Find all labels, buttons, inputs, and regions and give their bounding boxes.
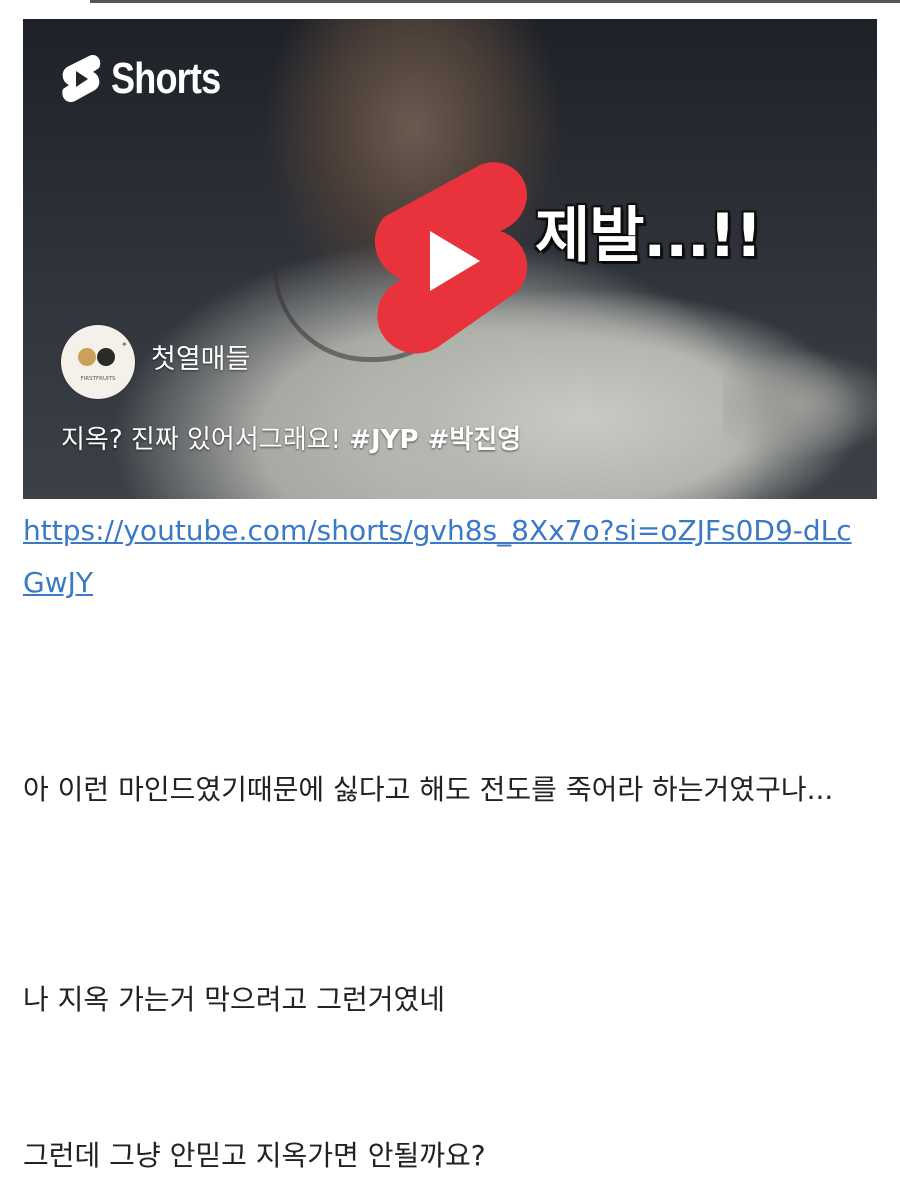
shorts-brand: Shorts	[59, 53, 244, 105]
channel-logo-text: FIRSTFRUITS	[81, 376, 116, 382]
youtube-shorts-play-icon[interactable]	[368, 159, 533, 359]
post-content: Shorts 제발...!! FIRSTFRUITS ✦ 첫열매들 지옥? 진짜…	[0, 0, 900, 1190]
paragraph-3: 그런데 그냥 안믿고 지옥가면 안될까요?	[23, 1139, 486, 1172]
shorts-logo-icon	[59, 53, 103, 105]
video-title: 지옥? 진짜 있어서그래요! #JYP #박진영	[61, 419, 521, 456]
video-title-hashtags[interactable]: #JYP #박진영	[349, 425, 521, 455]
paragraph-1: 아 이런 마인드였기때문에 싫다고 해도 전도를 죽어라 하는거였구나...	[23, 773, 834, 806]
shorts-url-link[interactable]: https://youtube.com/shorts/gvh8s_8Xx7o?s…	[23, 505, 873, 609]
thumbnail-caption: 제발...!!	[535, 201, 763, 271]
video-title-text: 지옥? 진짜 있어서그래요!	[61, 425, 350, 455]
channel-name[interactable]: 첫열매들	[151, 337, 250, 376]
top-divider	[90, 0, 900, 3]
svg-text:✦: ✦	[121, 340, 128, 349]
channel-avatar[interactable]: FIRSTFRUITS ✦	[61, 325, 135, 399]
youtube-shorts-embed[interactable]: Shorts 제발...!! FIRSTFRUITS ✦ 첫열매들 지옥? 진짜…	[23, 19, 877, 499]
shorts-label: Shorts	[111, 54, 221, 103]
paragraph-2: 나 지옥 가는거 막으려고 그런거였네	[23, 983, 446, 1016]
thumbnail-arm	[723, 349, 877, 459]
